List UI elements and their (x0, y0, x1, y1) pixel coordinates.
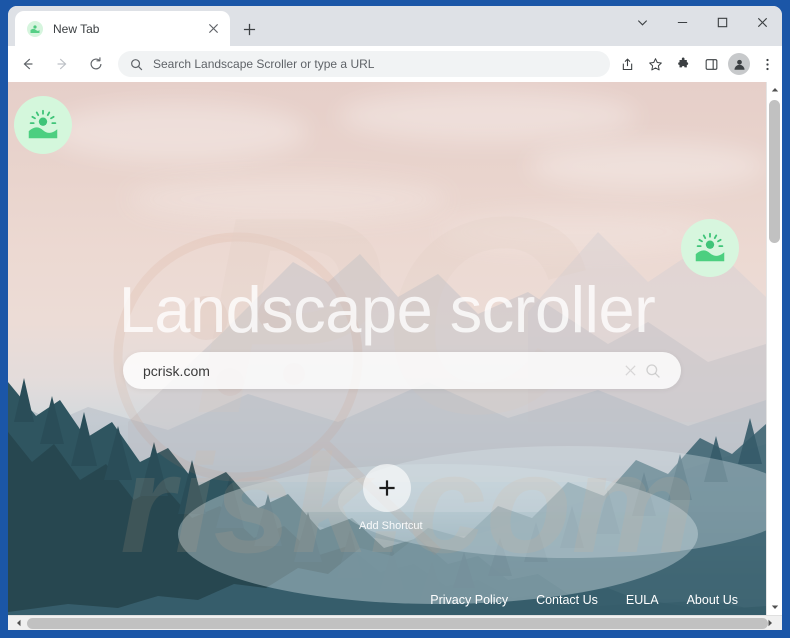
page-title: Landscape scroller (118, 273, 656, 346)
arrow-left-icon[interactable] (14, 50, 42, 78)
footer-link-privacy-policy[interactable]: Privacy Policy (430, 593, 508, 607)
close-icon[interactable] (624, 364, 637, 377)
landscape-scroller-favicon (27, 20, 43, 37)
landscape-sun-logo (14, 96, 72, 154)
address-bar-placeholder: Search Landscape Scroller or type a URL (153, 57, 375, 71)
footer-link-about-us[interactable]: About Us (687, 593, 738, 607)
vertical-scrollbar-thumb[interactable] (769, 100, 780, 243)
page-viewport: PC risk.com (8, 82, 782, 630)
reload-icon[interactable] (82, 50, 110, 78)
profile-avatar-icon[interactable] (726, 51, 752, 77)
chevron-down-icon[interactable] (622, 6, 662, 39)
add-shortcut-label: Add Shortcut (359, 520, 423, 532)
caret-left-icon[interactable] (11, 616, 27, 630)
kebab-menu-icon[interactable] (754, 51, 780, 77)
site-search-input[interactable]: pcrisk.com (143, 363, 624, 379)
address-bar[interactable]: Search Landscape Scroller or type a URL (118, 51, 610, 77)
arrow-right-icon[interactable] (48, 50, 76, 78)
vertical-scrollbar[interactable] (766, 82, 782, 615)
browser-window: New Tab Search Landscape Scroller or typ… (0, 0, 790, 638)
footer-links: Privacy Policy Contact Us EULA About Us (430, 593, 738, 607)
search-icon (130, 58, 143, 71)
landscape-background: PC risk.com (8, 82, 766, 615)
mountain-silhouettes (8, 232, 766, 615)
caret-up-icon[interactable] (767, 82, 782, 98)
share-icon[interactable] (614, 51, 640, 77)
tab-new-tab[interactable]: New Tab (15, 11, 230, 46)
extensions-puzzle-icon[interactable] (670, 51, 696, 77)
window-controls (622, 6, 782, 39)
footer-link-contact-us[interactable]: Contact Us (536, 593, 598, 607)
browser-toolbar: Search Landscape Scroller or type a URL (8, 46, 782, 82)
minimize-icon[interactable] (662, 6, 702, 39)
bookmark-star-icon[interactable] (642, 51, 668, 77)
caret-down-icon[interactable] (767, 599, 782, 615)
close-icon[interactable] (205, 20, 222, 37)
maximize-icon[interactable] (702, 6, 742, 39)
tab-title: New Tab (53, 21, 100, 36)
close-icon[interactable] (742, 6, 782, 39)
footer-link-eula[interactable]: EULA (626, 593, 659, 607)
new-tab-button[interactable] (238, 18, 260, 40)
caret-right-icon[interactable] (762, 616, 778, 630)
search-icon[interactable] (645, 363, 661, 379)
avatar (728, 53, 750, 75)
site-search-box[interactable]: pcrisk.com (123, 352, 681, 389)
horizontal-scrollbar-thumb[interactable] (27, 618, 768, 629)
side-panel-icon[interactable] (698, 51, 724, 77)
add-shortcut-button[interactable]: Add Shortcut (359, 464, 423, 532)
landscape-sun-logo-secondary (681, 219, 739, 277)
plus-icon[interactable] (363, 464, 411, 512)
horizontal-scrollbar[interactable] (8, 615, 782, 630)
tab-strip: New Tab (8, 6, 782, 46)
browser-window-inner: New Tab Search Landscape Scroller or typ… (8, 6, 782, 630)
